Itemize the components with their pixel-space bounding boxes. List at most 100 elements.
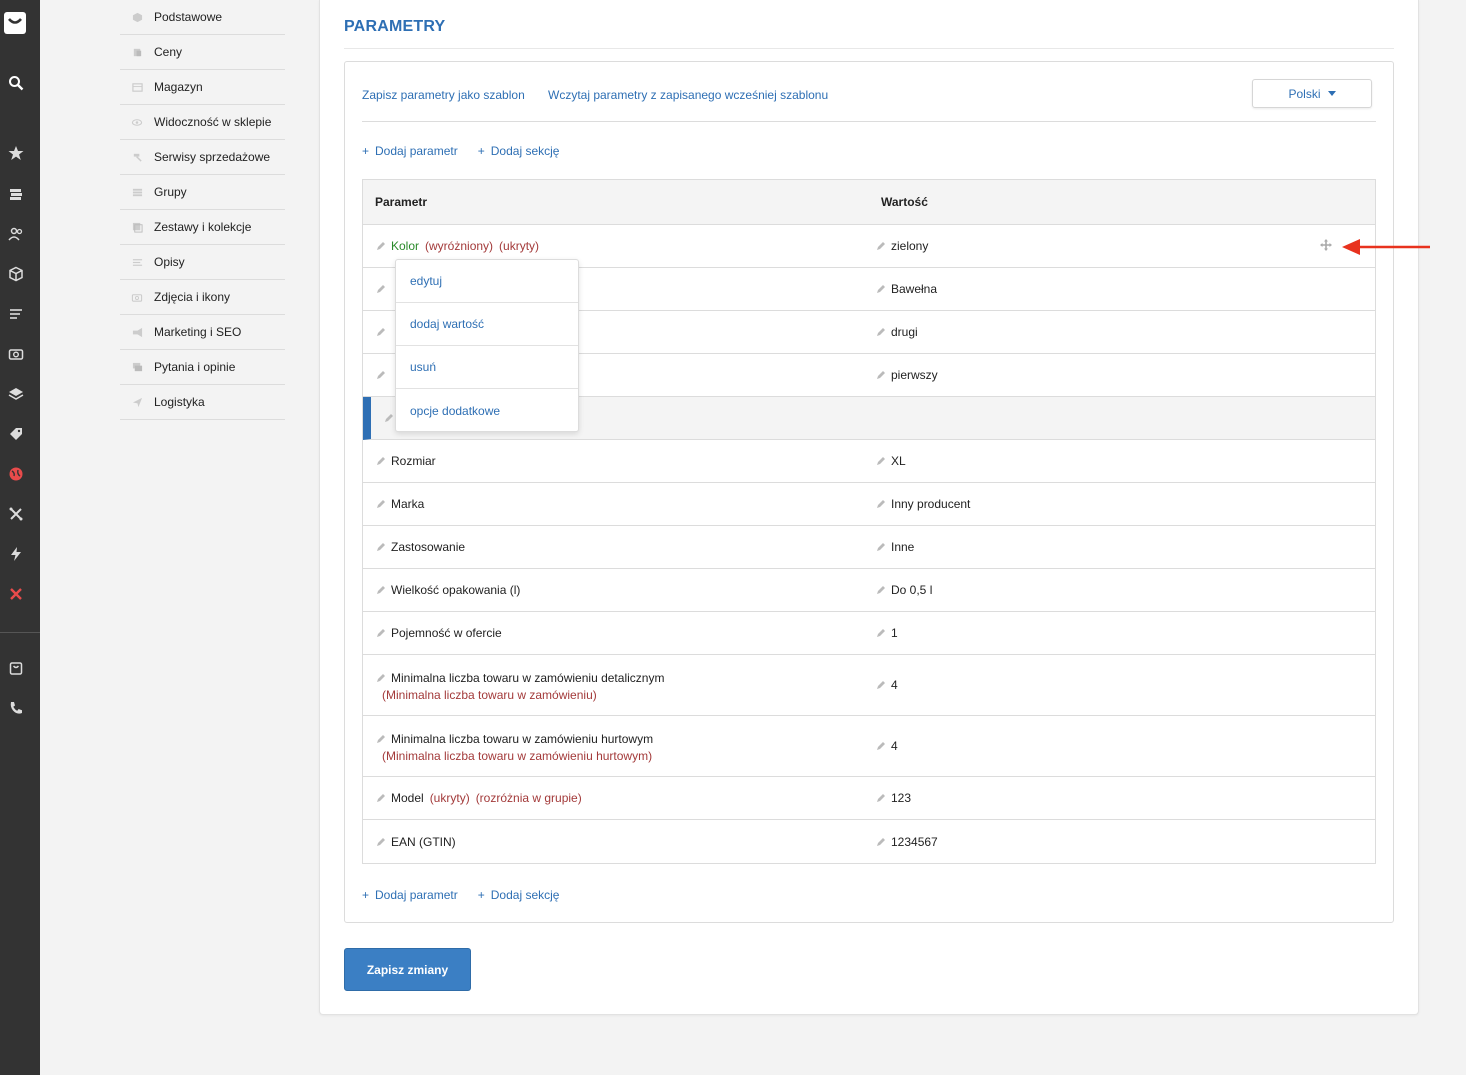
subnav-item[interactable]: Logistyka [120, 385, 285, 420]
plus-icon: + [362, 144, 370, 158]
globe-icon[interactable] [7, 465, 25, 483]
logo-icon[interactable] [4, 12, 26, 34]
subnav-item[interactable]: Ceny [120, 35, 285, 70]
pencil-icon[interactable] [376, 585, 386, 595]
load-template-link[interactable]: Wczytaj parametry z zapisanego wcześniej… [548, 88, 828, 102]
context-menu-item[interactable]: opcje dodatkowe [396, 389, 578, 432]
subnav-item[interactable]: Zdjęcia i ikony [120, 280, 285, 315]
param-value[interactable]: 4 [891, 739, 898, 753]
add-parameter-link[interactable]: + Dodaj parametr [362, 144, 458, 158]
param-name[interactable]: Rozmiar [391, 454, 436, 468]
table-row: Pojemność w ofercie 1 [363, 612, 1375, 655]
pencil-icon[interactable] [876, 284, 886, 294]
list-icon[interactable] [7, 305, 25, 323]
pencil-icon[interactable] [376, 673, 386, 683]
pencil-icon[interactable] [876, 456, 886, 466]
pencil-icon[interactable] [876, 327, 886, 337]
camera-icon[interactable] [7, 345, 25, 363]
param-name[interactable]: Minimalna liczba towaru w zamówieniu hur… [391, 732, 653, 746]
add-section-link[interactable]: + Dodaj sekcję [478, 144, 560, 158]
value-cell: Bawełna [876, 268, 937, 310]
table-row: Rozmiar XL [363, 440, 1375, 483]
param-value[interactable]: 1234567 [891, 835, 938, 849]
param-value[interactable]: Inny producent [891, 497, 970, 511]
pencil-icon[interactable] [376, 499, 386, 509]
param-value[interactable]: 4 [891, 678, 898, 692]
param-name[interactable]: Model [391, 791, 424, 805]
subnav-item-label: Logistyka [154, 395, 205, 409]
pencil-icon[interactable] [876, 585, 886, 595]
subnav-item[interactable]: Serwisy sprzedażowe [120, 140, 285, 175]
subnav-item[interactable]: Marketing i SEO [120, 315, 285, 350]
pencil-icon[interactable] [876, 793, 886, 803]
subnav-item[interactable]: Widoczność w sklepie [120, 105, 285, 140]
pencil-icon[interactable] [376, 837, 386, 847]
plus-icon: + [477, 144, 485, 158]
param-name[interactable]: Kolor [391, 239, 419, 253]
pencil-icon[interactable] [876, 542, 886, 552]
bolt-icon[interactable] [7, 545, 25, 563]
save-template-link[interactable]: Zapisz parametry jako szablon [362, 88, 525, 102]
collection-icon [120, 222, 154, 233]
add-parameter-link[interactable]: + Dodaj parametr [362, 888, 458, 902]
move-icon[interactable] [1320, 239, 1332, 254]
context-menu-item[interactable]: usuń [396, 346, 578, 389]
param-name[interactable]: EAN (GTIN) [391, 835, 456, 849]
param-name[interactable]: Wielkość opakowania (l) [391, 583, 520, 597]
param-value[interactable]: Inne [891, 540, 914, 554]
tools-icon[interactable] [7, 585, 25, 603]
subnav-item[interactable]: Grupy [120, 175, 285, 210]
pencil-icon[interactable] [376, 456, 386, 466]
param-value[interactable]: Bawełna [891, 282, 937, 296]
layers-icon[interactable] [7, 385, 25, 403]
param-value[interactable]: 1 [891, 626, 898, 640]
stack-icon[interactable] [7, 185, 25, 203]
param-value[interactable]: Do 0,5 l [891, 583, 932, 597]
param-value[interactable]: XL [891, 454, 906, 468]
param-value[interactable]: 123 [891, 791, 911, 805]
users-icon[interactable] [7, 225, 25, 243]
subnav-item[interactable]: Magazyn [120, 70, 285, 105]
add-section-link[interactable]: + Dodaj sekcję [478, 888, 560, 902]
plus-icon: + [362, 888, 370, 902]
pencil-icon[interactable] [876, 741, 886, 751]
puzzle-icon[interactable] [7, 505, 25, 523]
pencil-icon[interactable] [876, 837, 886, 847]
bag-icon[interactable] [7, 659, 25, 677]
subnav-item[interactable]: Zestawy i kolekcje [120, 210, 285, 245]
pencil-icon[interactable] [376, 370, 386, 380]
subnav-item[interactable]: Pytania i opinie [120, 350, 285, 385]
search-icon[interactable] [7, 74, 25, 92]
tag-icon[interactable] [7, 425, 25, 443]
pencil-icon[interactable] [376, 628, 386, 638]
pencil-icon[interactable] [376, 241, 386, 251]
param-value[interactable]: drugi [891, 325, 918, 339]
param-name[interactable]: Minimalna liczba towaru w zamówieniu det… [391, 671, 664, 685]
pencil-icon[interactable] [376, 793, 386, 803]
param-value[interactable]: pierwszy [891, 368, 938, 382]
save-changes-button[interactable]: Zapisz zmiany [344, 948, 471, 991]
pencil-icon[interactable] [376, 327, 386, 337]
phone-icon[interactable] [7, 699, 25, 717]
pencil-icon[interactable] [876, 370, 886, 380]
pencil-icon[interactable] [376, 284, 386, 294]
subnav-item[interactable]: Opisy [120, 245, 285, 280]
pencil-icon[interactable] [376, 542, 386, 552]
pencil-icon[interactable] [876, 499, 886, 509]
pencil-icon[interactable] [876, 680, 886, 690]
star-icon[interactable] [7, 144, 25, 162]
pencil-icon[interactable] [384, 413, 394, 423]
pencil-icon[interactable] [876, 628, 886, 638]
subnav-item[interactable]: Podstawowe [120, 0, 285, 35]
param-name[interactable]: Pojemność w ofercie [391, 626, 502, 640]
box-icon[interactable] [7, 265, 25, 283]
param-value[interactable]: zielony [891, 239, 928, 253]
language-select[interactable]: Polski [1252, 79, 1372, 108]
context-menu-item[interactable]: edytuj [396, 260, 578, 303]
context-menu-item[interactable]: dodaj wartość [396, 303, 578, 346]
table-row: Minimalna liczba towaru w zamówieniu det… [363, 655, 1375, 716]
param-name[interactable]: Marka [391, 497, 424, 511]
param-name[interactable]: Zastosowanie [391, 540, 465, 554]
pencil-icon[interactable] [876, 241, 886, 251]
pencil-icon[interactable] [376, 734, 386, 744]
